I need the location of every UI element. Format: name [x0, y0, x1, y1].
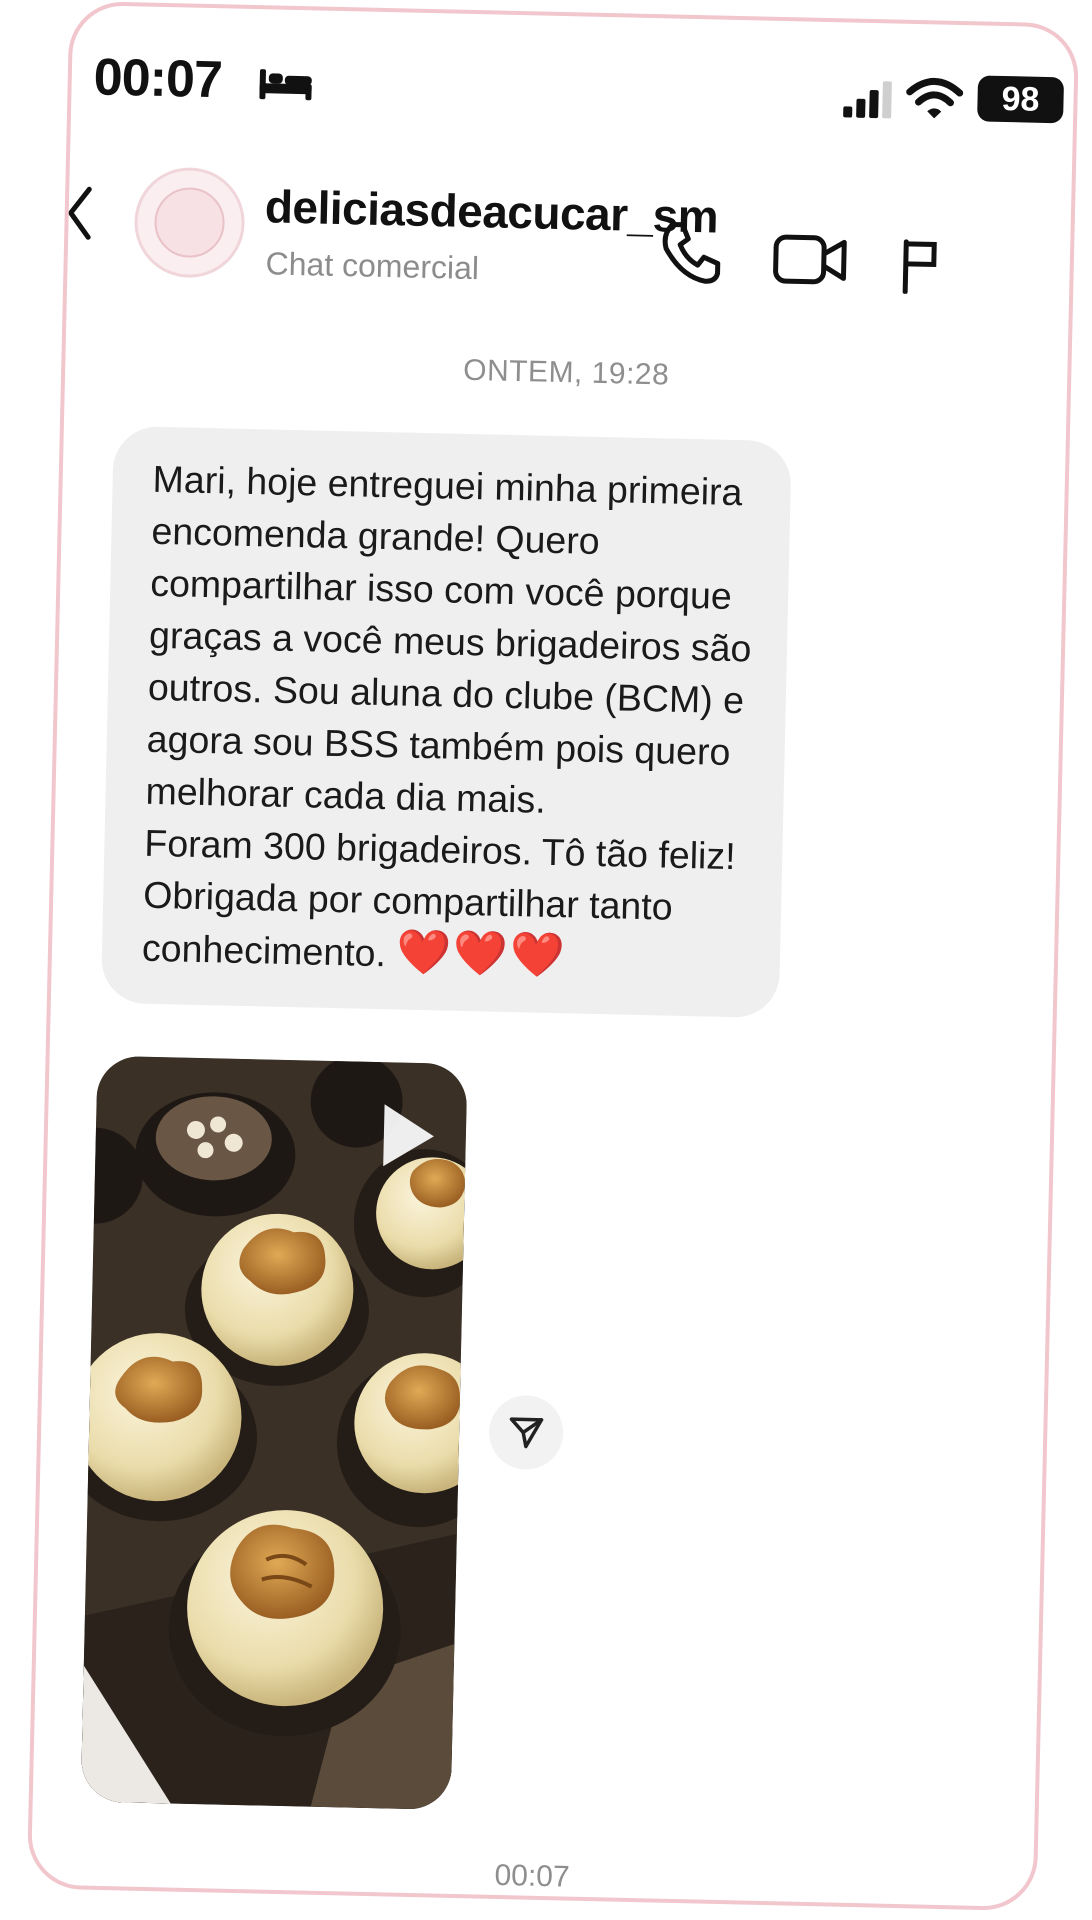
- heart-emoji: ❤️❤️❤️: [395, 926, 568, 982]
- share-button[interactable]: [488, 1394, 565, 1471]
- contact-name[interactable]: deliciasdeacucar_sm: [264, 179, 718, 243]
- status-time: 00:07: [93, 48, 223, 110]
- phone-screen: 00:07 98 deliciasdeacucar_sm Chat comerc…: [26, 0, 1080, 1912]
- wifi-icon: [906, 77, 964, 119]
- share-icon: [509, 1417, 544, 1449]
- call-icon[interactable]: [657, 218, 724, 285]
- message-text: Mari, hoje entreguei minha primeira enco…: [141, 453, 757, 988]
- back-icon[interactable]: [64, 185, 95, 242]
- bed-icon: [259, 69, 312, 101]
- message-timestamp: 00:07: [494, 1858, 571, 1894]
- message-bubble[interactable]: Mari, hoje entreguei minha primeira enco…: [100, 425, 792, 1019]
- video-attachment[interactable]: [80, 1055, 468, 1810]
- contact-subtitle: Chat comercial: [265, 245, 480, 287]
- signal-icon: [843, 81, 892, 119]
- battery-icon: 98: [977, 75, 1065, 124]
- avatar-logo: [153, 186, 226, 259]
- screenshot-stage: 00:07 98 deliciasdeacucar_sm Chat comerc…: [0, 0, 1092, 1920]
- flag-icon[interactable]: [897, 238, 938, 295]
- video-icon[interactable]: [771, 231, 850, 289]
- message-body: Mari, hoje entreguei minha primeira enco…: [141, 457, 752, 975]
- play-icon[interactable]: [377, 1100, 439, 1171]
- avatar[interactable]: [133, 166, 246, 279]
- date-separator: ONTEM, 19:28: [462, 353, 670, 392]
